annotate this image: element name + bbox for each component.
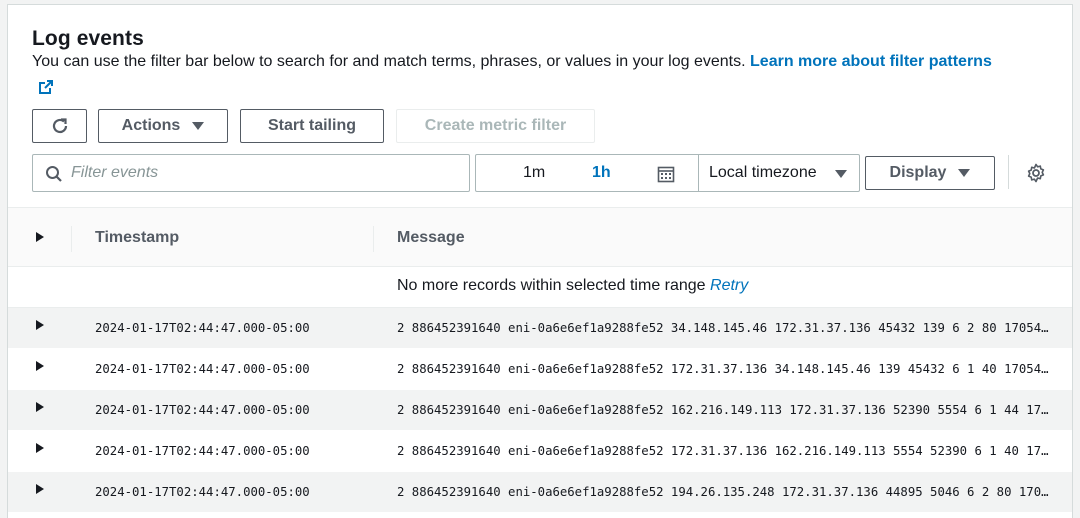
row-message: 2 886452391640 eni-0a6e6ef1a9288fe52 34.… [397,321,1049,335]
row-timestamp: 2024-01-17T02:44:47.000-05:00 [95,321,310,335]
table-header: Timestamp Message [8,207,1072,267]
row-timestamp: 2024-01-17T02:44:47.000-05:00 [95,444,310,458]
no-more-records-text: No more records within selected time ran… [397,277,706,294]
table-row[interactable]: 2024-01-17T02:44:47.000-05:00 2 88645239… [8,431,1072,472]
external-link-icon[interactable] [38,79,54,95]
column-header-timestamp[interactable]: Timestamp [95,229,179,247]
description-text: You can use the filter bar below to sear… [32,53,746,70]
toolbar-divider [1008,155,1009,189]
no-more-records-message: No more records within selected time ran… [397,277,748,295]
row-message: 2 886452391640 eni-0a6e6ef1a9288fe52 172… [397,444,1049,458]
column-separator [71,226,72,252]
row-message: 2 886452391640 eni-0a6e6ef1a9288fe52 172… [397,362,1049,376]
table-row[interactable]: 2024-01-17T02:44:47.000-05:00 2 88645239… [8,390,1072,431]
row-timestamp: 2024-01-17T02:44:47.000-05:00 [95,485,310,499]
log-events-table: Timestamp Message No more records within… [8,207,1072,513]
page-description: You can use the filter bar below to sear… [32,53,992,71]
gear-icon[interactable] [1026,163,1046,183]
calendar-icon[interactable] [657,165,675,183]
row-timestamp: 2024-01-17T02:44:47.000-05:00 [95,362,310,376]
create-metric-filter-button[interactable]: Create metric filter [396,109,595,143]
expand-row-icon[interactable] [36,361,44,371]
range-1h-option[interactable]: 1h [592,164,611,182]
refresh-icon [52,118,67,134]
display-label: Display [889,164,947,181]
page-title: Log events [32,27,144,50]
table-row[interactable]: 2024-01-17T02:44:47.000-05:00 2 88645239… [8,308,1072,349]
column-header-message[interactable]: Message [397,229,465,247]
start-tailing-label: Start tailing [267,117,356,134]
display-button[interactable]: Display [865,156,995,190]
actions-button[interactable]: Actions [98,109,228,143]
table-row[interactable]: 2024-01-17T02:44:47.000-05:00 2 88645239… [8,472,1072,513]
caret-down-icon [958,169,971,177]
row-message: 2 886452391640 eni-0a6e6ef1a9288fe52 162… [397,403,1049,417]
expand-row-icon[interactable] [36,320,44,330]
filter-placeholder: Filter events [71,164,159,181]
expand-row-icon[interactable] [36,443,44,453]
timezone-select[interactable]: Local timezone [698,154,860,192]
row-message: 2 886452391640 eni-0a6e6ef1a9288fe52 194… [397,485,1049,499]
timezone-value: Local timezone [709,164,817,181]
table-row[interactable]: 2024-01-17T02:44:47.000-05:00 2 88645239… [8,349,1072,390]
range-1m-option[interactable]: 1m [523,164,545,182]
filter-events-input[interactable]: Filter events [32,154,470,192]
retry-link[interactable]: Retry [710,277,748,294]
log-events-panel: Log events You can use the filter bar be… [7,4,1073,518]
caret-down-icon [192,122,205,130]
row-timestamp: 2024-01-17T02:44:47.000-05:00 [95,403,310,417]
expand-row-icon[interactable] [36,484,44,494]
expand-row-icon[interactable] [36,402,44,412]
learn-more-link[interactable]: Learn more about filter patterns [750,53,992,70]
expand-all-icon[interactable] [36,232,44,242]
actions-label: Actions [121,117,181,134]
caret-down-icon [835,170,847,178]
column-separator [373,226,374,252]
create-metric-filter-label: Create metric filter [424,117,567,134]
no-more-records-row: No more records within selected time ran… [8,267,1072,308]
time-range-selector: 1m 1h [475,154,699,192]
start-tailing-button[interactable]: Start tailing [240,109,384,143]
refresh-button[interactable] [32,109,87,143]
search-icon [46,166,62,182]
